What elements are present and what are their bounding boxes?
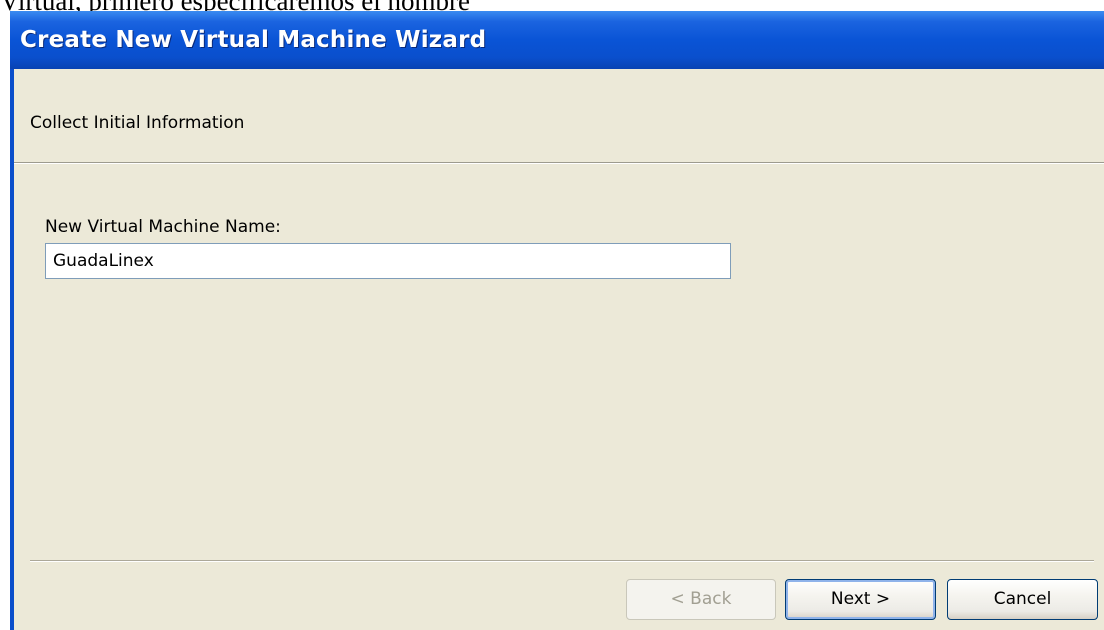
footer-divider-highlight: [30, 561, 1094, 562]
wizard-window: Create New Virtual Machine Wizard Collec…: [10, 11, 1104, 630]
back-button[interactable]: < Back: [626, 579, 776, 620]
title-bar[interactable]: Create New Virtual Machine Wizard: [10, 11, 1104, 69]
next-button[interactable]: Next >: [785, 579, 936, 620]
step-title: Collect Initial Information: [30, 113, 245, 133]
vm-name-input[interactable]: [45, 243, 731, 279]
vm-name-label: New Virtual Machine Name:: [45, 217, 281, 237]
window-title: Create New Virtual Machine Wizard: [20, 27, 487, 53]
cancel-button[interactable]: Cancel: [947, 579, 1098, 620]
header-divider-highlight: [14, 163, 1104, 164]
wizard-header: Collect Initial Information: [14, 69, 1104, 162]
